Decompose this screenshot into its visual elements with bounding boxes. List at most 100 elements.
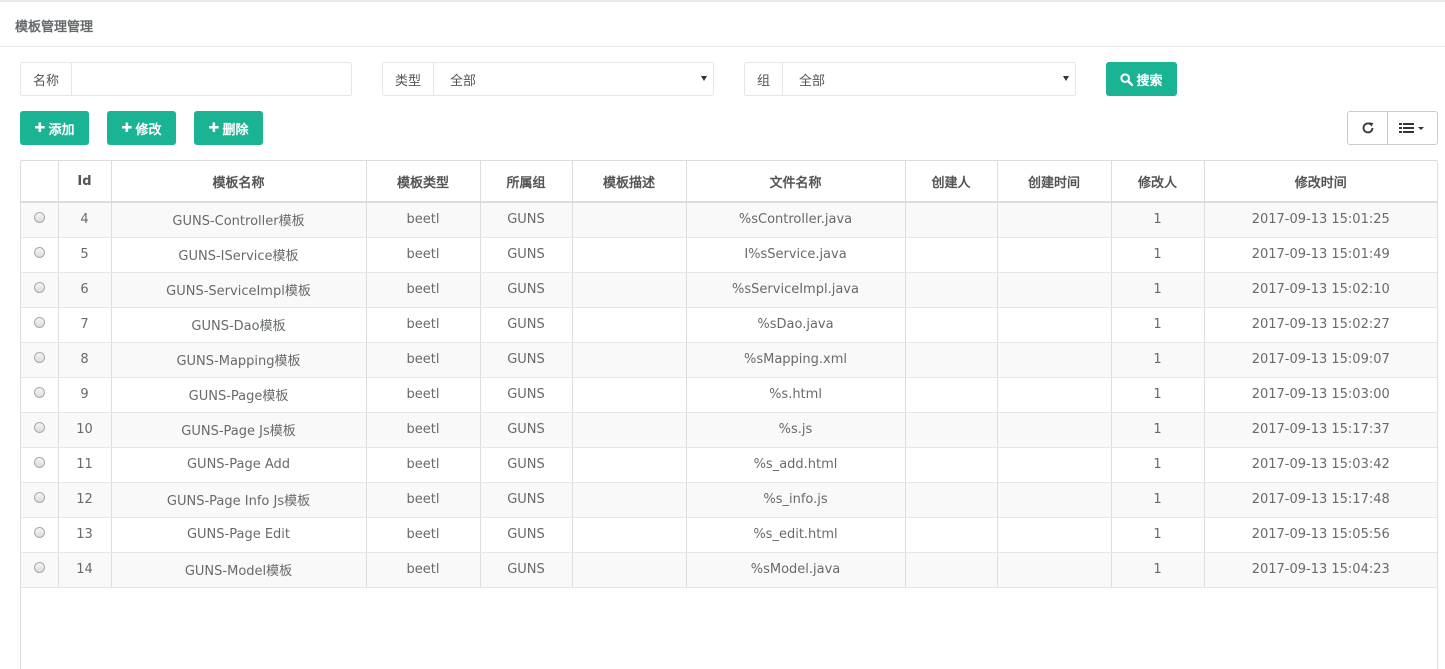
- row-radio[interactable]: [33, 492, 45, 503]
- column-header-creator[interactable]: 创建人: [905, 161, 998, 203]
- row-select-cell: [21, 377, 59, 413]
- column-header-group[interactable]: 所属组: [480, 161, 573, 203]
- cell-creator: [905, 202, 998, 238]
- list-icon: [1398, 123, 1424, 133]
- cell-creator: [905, 447, 998, 483]
- row-radio[interactable]: [33, 282, 45, 293]
- refresh-button[interactable]: [1348, 112, 1388, 144]
- column-header-desc[interactable]: 模板描述: [572, 161, 687, 203]
- cell-name: GUNS-Model模板: [111, 552, 367, 588]
- edit-button[interactable]: ✚ 修改: [107, 111, 176, 145]
- cell-desc: [572, 482, 687, 518]
- table-row[interactable]: 9 GUNS-Page模板 beetl GUNS %s.html 1 2017-09-13 …: [21, 377, 1437, 413]
- cell-name: GUNS-IService模板: [111, 237, 367, 273]
- cell-modifier: 1: [1111, 552, 1205, 588]
- cell-file: I%sService.java: [686, 237, 906, 273]
- cell-created: [997, 202, 1112, 238]
- cell-desc: [572, 272, 687, 308]
- name-input[interactable]: [72, 63, 351, 95]
- cell-type: beetl: [366, 552, 481, 588]
- cell-desc: [572, 552, 687, 588]
- cell-created: [997, 237, 1112, 273]
- delete-button[interactable]: ✚ 删除: [194, 111, 263, 145]
- cell-creator: [905, 517, 998, 553]
- row-radio[interactable]: [33, 352, 45, 363]
- cell-created: [997, 412, 1112, 448]
- cell-creator: [905, 482, 998, 518]
- table-row[interactable]: 5 GUNS-IService模板 beetl GUNS I%sService.java…: [21, 237, 1437, 273]
- type-select[interactable]: 全部: [434, 63, 713, 95]
- table-body: 4 GUNS-Controller模板 beetl GUNS %sController.…: [21, 202, 1437, 588]
- cell-modifier: 1: [1111, 482, 1205, 518]
- column-header-created[interactable]: 创建时间: [997, 161, 1112, 203]
- row-radio[interactable]: [33, 562, 45, 573]
- row-select-cell: [21, 237, 59, 273]
- cell-group: GUNS: [480, 272, 573, 308]
- row-select-cell: [21, 552, 59, 588]
- row-radio[interactable]: [33, 247, 45, 258]
- table-row[interactable]: 4 GUNS-Controller模板 beetl GUNS %sController.…: [21, 202, 1437, 238]
- search-button-label: 搜索: [1136, 73, 1163, 89]
- cell-name: GUNS-Page Info Js模板: [111, 482, 367, 518]
- add-button[interactable]: ✚ 添加: [20, 111, 89, 145]
- cell-id: 13: [58, 517, 112, 553]
- table-row[interactable]: 10 GUNS-Page Js模板 beetl GUNS %s.js 1 2017-09-1…: [21, 412, 1437, 448]
- cell-desc: [572, 412, 687, 448]
- row-radio[interactable]: [33, 457, 45, 468]
- cell-modified: 2017-09-13 15:17:48: [1204, 482, 1437, 518]
- cell-modifier: 1: [1111, 412, 1205, 448]
- column-header-name[interactable]: 模板名称: [111, 161, 367, 203]
- cell-created: [997, 552, 1112, 588]
- column-header-modifier[interactable]: 修改人: [1111, 161, 1205, 203]
- cell-name: GUNS-Page Add: [111, 447, 367, 483]
- chevron-down-icon: [701, 76, 707, 81]
- cell-id: 14: [58, 552, 112, 588]
- row-select-cell: [21, 517, 59, 553]
- row-select-cell: [21, 482, 59, 518]
- table-row[interactable]: 7 GUNS-Dao模板 beetl GUNS %sDao.java 1 2017-09-1…: [21, 307, 1437, 343]
- row-select-cell: [21, 447, 59, 483]
- cell-modifier: 1: [1111, 272, 1205, 308]
- column-header-modified[interactable]: 修改时间: [1204, 161, 1437, 203]
- cell-modified: 2017-09-13 15:02:27: [1204, 307, 1437, 343]
- row-radio[interactable]: [33, 527, 45, 538]
- group-select[interactable]: 全部: [783, 63, 1075, 95]
- cell-name: GUNS-Page Edit: [111, 517, 367, 553]
- cell-name: GUNS-Dao模板: [111, 307, 367, 343]
- row-radio[interactable]: [33, 387, 45, 398]
- column-header-file[interactable]: 文件名称: [686, 161, 906, 203]
- columns-button[interactable]: [1388, 112, 1437, 144]
- cell-created: [997, 482, 1112, 518]
- column-header-id[interactable]: Id: [58, 161, 112, 203]
- table-row[interactable]: 13 GUNS-Page Edit beetl GUNS %s_edit.html 1 20…: [21, 517, 1437, 553]
- cell-file: %s_info.js: [686, 482, 906, 518]
- edit-button-label: 修改: [135, 122, 162, 138]
- table-row[interactable]: 6 GUNS-ServiceImpl模板 beetl GUNS %sServiceImp…: [21, 272, 1437, 308]
- cell-created: [997, 377, 1112, 413]
- type-search-group: 类型 全部: [382, 62, 714, 96]
- cell-id: 10: [58, 412, 112, 448]
- cell-modified: 2017-09-13 15:04:23: [1204, 552, 1437, 588]
- row-radio[interactable]: [33, 317, 45, 328]
- table-row[interactable]: 8 GUNS-Mapping模板 beetl GUNS %sMapping.xml 1 20…: [21, 342, 1437, 378]
- cell-modifier: 1: [1111, 202, 1205, 238]
- cell-modifier: 1: [1111, 237, 1205, 273]
- table-row[interactable]: 12 GUNS-Page Info Js模板 beetl GUNS %s_info.js…: [21, 482, 1437, 518]
- table-row[interactable]: 11 GUNS-Page Add beetl GUNS %s_add.html 1 2017…: [21, 447, 1437, 483]
- cell-group: GUNS: [480, 517, 573, 553]
- column-header-type[interactable]: 模板类型: [366, 161, 481, 203]
- row-radio[interactable]: [33, 422, 45, 433]
- row-select-cell: [21, 412, 59, 448]
- add-button-label: 添加: [48, 122, 75, 138]
- cell-modified: 2017-09-13 15:05:56: [1204, 517, 1437, 553]
- cell-file: %s_add.html: [686, 447, 906, 483]
- row-radio[interactable]: [33, 212, 45, 224]
- cell-id: 8: [58, 342, 112, 378]
- cell-created: [997, 307, 1112, 343]
- search-button[interactable]: 搜索: [1106, 62, 1177, 96]
- table-row[interactable]: 14 GUNS-Model模板 beetl GUNS %sModel.java 1 2017…: [21, 552, 1437, 588]
- column-header-select: [21, 161, 59, 203]
- cell-type: beetl: [366, 272, 481, 308]
- type-select-value: 全部: [450, 73, 477, 89]
- cell-creator: [905, 307, 998, 343]
